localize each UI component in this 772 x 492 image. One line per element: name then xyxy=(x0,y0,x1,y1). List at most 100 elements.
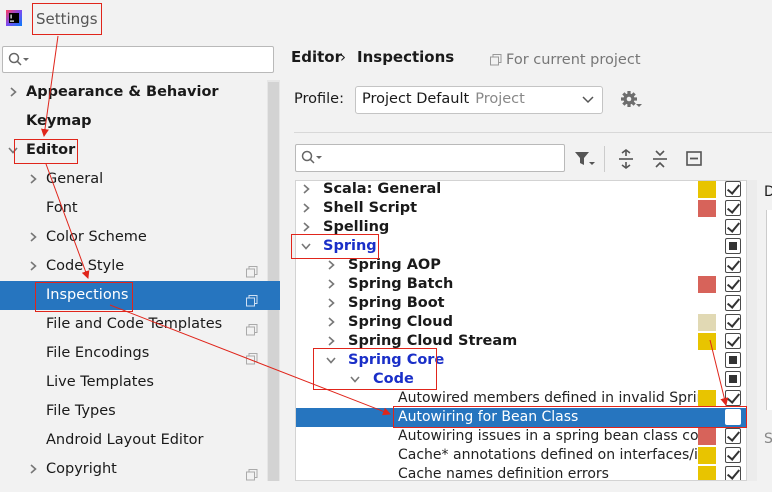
sidebar-item-color-scheme[interactable]: Color Scheme xyxy=(0,223,266,252)
inspection-row-spring-core[interactable]: Spring Core xyxy=(296,351,746,370)
severity-swatch[interactable] xyxy=(698,466,716,480)
inspection-row-cache-names-definition-errors[interactable]: Cache names definition errors xyxy=(296,465,746,480)
chevron-right-icon[interactable] xyxy=(325,259,337,271)
scope-label: For current project xyxy=(506,52,641,68)
filter-icon[interactable] xyxy=(573,148,595,170)
profile-dropdown[interactable]: Project Default Project xyxy=(355,86,603,114)
sidebar-item-font[interactable]: Font xyxy=(0,194,266,223)
inspection-label: Shell Script xyxy=(323,200,418,216)
severity-swatch[interactable] xyxy=(698,428,716,445)
chevron-right-icon[interactable] xyxy=(300,221,312,233)
chevron-right-icon[interactable] xyxy=(26,260,40,272)
inspection-row-spelling[interactable]: Spelling xyxy=(296,218,746,237)
inspection-enabled-checkbox[interactable] xyxy=(725,428,741,444)
severity-swatch[interactable] xyxy=(698,276,716,293)
chevron-right-icon[interactable] xyxy=(26,463,40,475)
header-divider xyxy=(294,132,772,133)
chevron-right-icon[interactable] xyxy=(300,202,312,214)
inspection-row-code[interactable]: Code xyxy=(296,370,746,389)
chevron-right-icon[interactable] xyxy=(300,183,312,195)
inspection-enabled-checkbox[interactable] xyxy=(725,276,741,292)
sidebar-item-label: Color Scheme xyxy=(46,229,147,245)
expand-all-icon[interactable] xyxy=(616,148,638,170)
severity-swatch[interactable] xyxy=(698,200,716,217)
inspection-enabled-checkbox[interactable] xyxy=(725,181,741,197)
sidebar-item-general[interactable]: General xyxy=(0,165,266,194)
sidebar-item-copyright[interactable]: Copyright xyxy=(0,455,266,484)
inspection-label: Spring Cloud xyxy=(348,314,453,330)
settings-search-input[interactable] xyxy=(2,46,274,73)
inspection-label: Spring Boot xyxy=(348,295,445,311)
profile-scope: Project xyxy=(475,91,525,107)
collapse-all-icon[interactable] xyxy=(650,148,672,170)
inspection-enabled-checkbox[interactable] xyxy=(725,219,741,235)
inspection-row-spring-cloud[interactable]: Spring Cloud xyxy=(296,313,746,332)
inspection-enabled-checkbox[interactable] xyxy=(725,314,741,330)
description-heading: D xyxy=(764,184,772,200)
chevron-right-icon[interactable] xyxy=(325,316,337,328)
inspection-row-spring-cloud-stream[interactable]: Spring Cloud Stream xyxy=(296,332,746,351)
search-icon xyxy=(8,52,30,70)
inspection-row-spring[interactable]: Spring xyxy=(296,237,746,256)
inspection-row-cache-annotations-defined-on-interfaces-[interactable]: Cache* annotations defined on interfaces… xyxy=(296,446,746,465)
inspection-label: Cache* annotations defined on interfaces… xyxy=(398,447,707,463)
sidebar-item-file-encodings[interactable]: File Encodings xyxy=(0,339,266,368)
inspection-row-autowiring-issues-in-a-spring-bean-class[interactable]: Autowiring issues in a spring bean class… xyxy=(296,427,746,446)
inspection-row-spring-batch[interactable]: Spring Batch xyxy=(296,275,746,294)
severity-swatch[interactable] xyxy=(698,314,716,331)
inspection-enabled-checkbox[interactable] xyxy=(725,409,741,425)
inspection-row-spring-aop[interactable]: Spring AOP xyxy=(296,256,746,275)
chevron-right-icon[interactable] xyxy=(325,278,337,290)
project-scope-icon xyxy=(246,463,258,492)
inspection-label: Spring xyxy=(323,238,377,254)
inspection-enabled-checkbox[interactable] xyxy=(725,466,741,480)
inspection-enabled-checkbox[interactable] xyxy=(725,238,741,254)
gear-icon[interactable] xyxy=(620,90,642,114)
inspection-enabled-checkbox[interactable] xyxy=(725,333,741,349)
inspection-row-shell-script[interactable]: Shell Script xyxy=(296,199,746,218)
sidebar-item-inspections[interactable]: Inspections xyxy=(0,281,280,310)
chevron-right-icon[interactable] xyxy=(26,173,40,185)
inspection-label: Spring AOP xyxy=(348,257,441,273)
inspection-row-autowired-members-defined-in-invalid-spr[interactable]: Autowired members defined in invalid Spr… xyxy=(296,389,746,408)
chevron-down-icon[interactable] xyxy=(6,144,20,156)
chevron-right-icon[interactable] xyxy=(325,297,337,309)
sidebar-item-appearance-behavior[interactable]: Appearance & Behavior xyxy=(0,78,266,107)
chevron-down-icon[interactable] xyxy=(349,373,361,385)
inspection-enabled-checkbox[interactable] xyxy=(725,447,741,463)
severity-swatch[interactable] xyxy=(698,181,716,198)
inspection-row-scala-general[interactable]: Scala: General xyxy=(296,181,746,199)
reset-icon[interactable] xyxy=(684,148,706,170)
chevron-right-icon[interactable] xyxy=(26,231,40,243)
inspection-enabled-checkbox[interactable] xyxy=(725,390,741,406)
inspection-row-spring-boot[interactable]: Spring Boot xyxy=(296,294,746,313)
inspection-enabled-checkbox[interactable] xyxy=(725,352,741,368)
sidebar-item-editor[interactable]: Editor xyxy=(0,136,266,165)
severity-swatch[interactable] xyxy=(698,390,716,407)
chevron-right-icon[interactable] xyxy=(6,86,20,98)
sidebar-item-file-and-code-templates[interactable]: File and Code Templates xyxy=(0,310,266,339)
inspection-search-input[interactable] xyxy=(295,144,565,172)
inspection-label: Spring Core xyxy=(348,352,445,368)
chevron-down-icon[interactable] xyxy=(300,240,312,252)
sidebar-item-keymap[interactable]: Keymap xyxy=(0,107,266,136)
inspection-label: Spelling xyxy=(323,219,390,235)
inspection-enabled-checkbox[interactable] xyxy=(725,257,741,273)
sidebar-item-code-style[interactable]: Code Style xyxy=(0,252,266,281)
inspection-enabled-checkbox[interactable] xyxy=(725,200,741,216)
severity-swatch[interactable] xyxy=(698,333,716,350)
inspections-tree-scrollbar[interactable] xyxy=(747,180,757,481)
toolbar-separator xyxy=(604,146,605,172)
inspection-enabled-checkbox[interactable] xyxy=(725,371,741,387)
description-box xyxy=(766,210,772,410)
sidebar-item-live-templates[interactable]: Live Templates xyxy=(0,368,266,397)
chevron-down-icon[interactable] xyxy=(325,354,337,366)
inspection-enabled-checkbox[interactable] xyxy=(725,295,741,311)
inspection-row-autowiring-for-bean-class[interactable]: Autowiring for Bean Class xyxy=(296,408,746,427)
sidebar-item-android-layout-editor[interactable]: Android Layout Editor xyxy=(0,426,266,455)
sidebar-item-file-types[interactable]: File Types xyxy=(0,397,266,426)
chevron-right-icon[interactable] xyxy=(325,335,337,347)
search-icon xyxy=(301,150,323,168)
chevron-down-icon xyxy=(582,93,594,109)
severity-swatch[interactable] xyxy=(698,447,716,464)
